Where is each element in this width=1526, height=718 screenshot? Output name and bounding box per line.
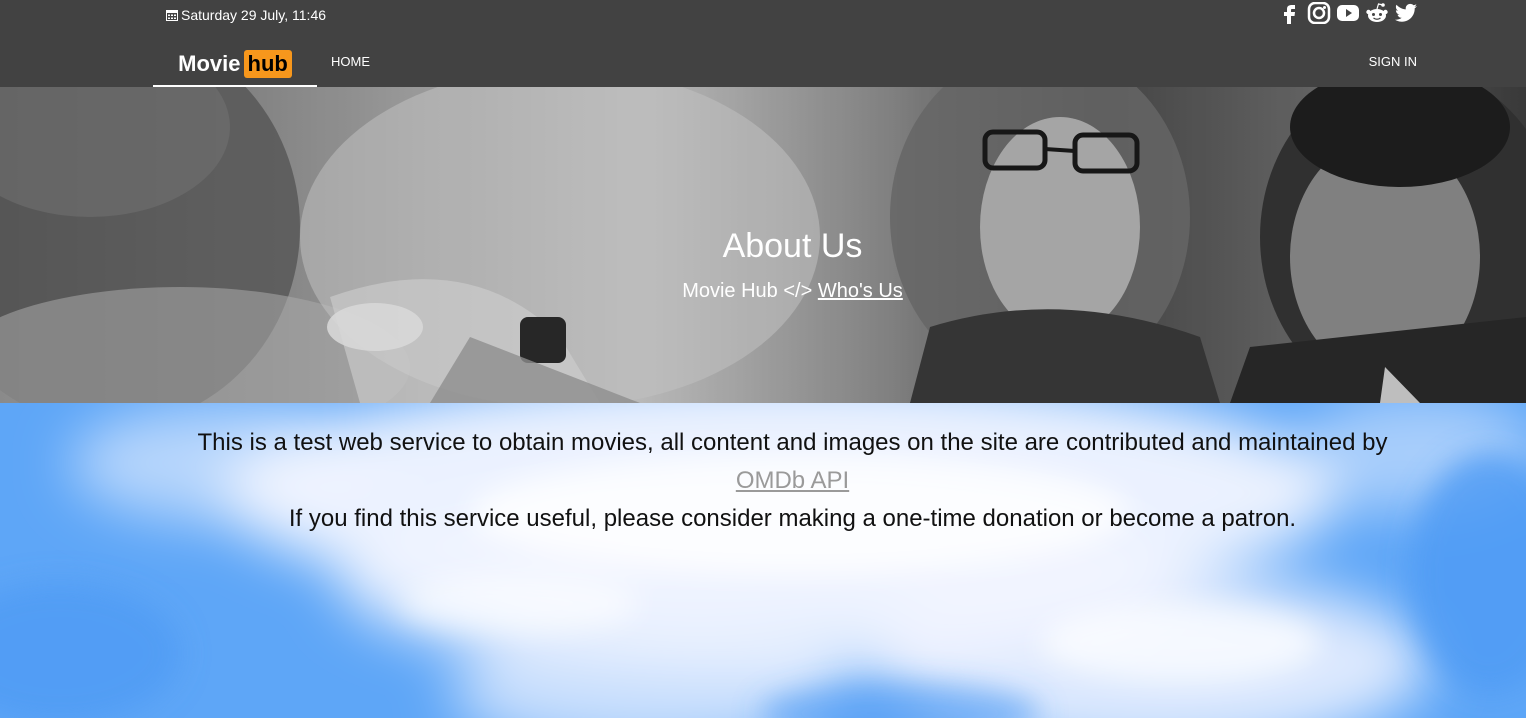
site-logo[interactable]: Movie hub bbox=[153, 42, 317, 87]
about-content: This is a test web service to obtain mov… bbox=[0, 424, 1526, 538]
top-navbar: Saturday 29 July, 11:46 Movie hub HOME S… bbox=[0, 0, 1526, 87]
twitter-icon[interactable] bbox=[1394, 2, 1418, 24]
date-text: Saturday 29 July, 11:46 bbox=[181, 7, 327, 23]
about-text-line2: If you find this service useful, please … bbox=[288, 505, 1297, 532]
logo-text-movie: Movie bbox=[178, 50, 241, 76]
breadcrumb-home: Movie Hub </> bbox=[682, 280, 813, 302]
nav-home-link[interactable]: HOME bbox=[331, 54, 370, 69]
breadcrumb-link-whos-us[interactable]: Who's Us bbox=[818, 280, 903, 302]
about-text-line1: This is a test web service to obtain mov… bbox=[197, 429, 1388, 456]
omdb-api-link[interactable]: OMDb API bbox=[736, 467, 849, 494]
reddit-icon[interactable] bbox=[1365, 2, 1389, 24]
nav-signin-link[interactable]: SIGN IN bbox=[1369, 54, 1417, 69]
instagram-icon[interactable] bbox=[1307, 1, 1331, 25]
breadcrumb: Movie Hub </> Who's Us bbox=[0, 280, 1526, 303]
date-display: Saturday 29 July, 11:46 bbox=[166, 7, 326, 23]
youtube-icon[interactable] bbox=[1336, 2, 1360, 24]
calendar-icon bbox=[166, 10, 178, 21]
logo-text-hub: hub bbox=[243, 49, 292, 78]
social-links bbox=[1278, 1, 1418, 25]
page-title: About Us bbox=[722, 227, 863, 265]
about-hero-banner: About Us Movie Hub </> Who's Us bbox=[0, 87, 1526, 403]
facebook-icon[interactable] bbox=[1278, 2, 1302, 24]
